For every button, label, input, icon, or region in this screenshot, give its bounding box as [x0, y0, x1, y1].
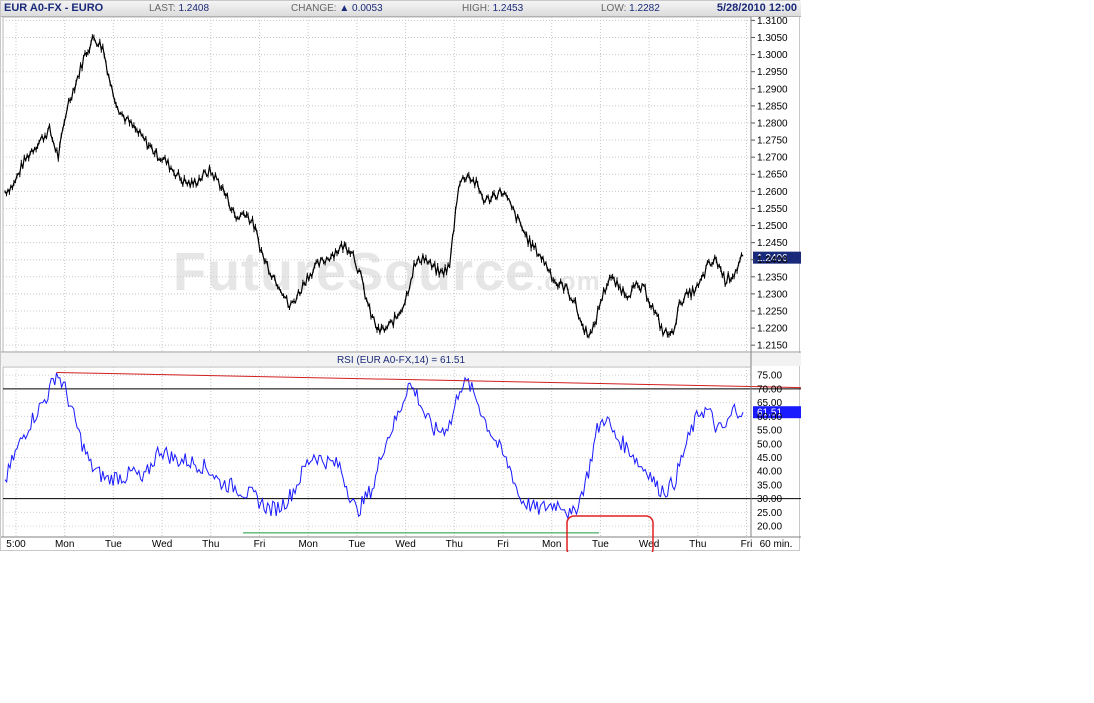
price-tick-label: 1.2500	[757, 221, 788, 232]
change-field: CHANGE: ▲ 0.0053	[291, 3, 383, 14]
price-tick-label: 1.3000	[757, 50, 788, 61]
price-panel-frame	[2, 17, 752, 353]
rsi-tick-label: 55.00	[757, 426, 782, 437]
price-tick-label: 1.2850	[757, 101, 788, 112]
rsi-tick-label: 60.00	[757, 412, 782, 423]
rsi-panel-frame	[2, 366, 752, 538]
price-tick-label: 1.2700	[757, 153, 788, 164]
chart-canvas[interactable]: 1.2406 RSI (EUR A0-FX,14) = 61.5161.51 5…	[1, 17, 801, 552]
x-tick-label: Wed	[639, 539, 659, 550]
rsi-tick-label: 25.00	[757, 508, 782, 519]
low-value: 1.2282	[629, 3, 660, 14]
price-tick-label: 1.2550	[757, 204, 788, 215]
x-tick-label: Tue	[592, 539, 609, 550]
last-label: LAST:	[149, 3, 176, 14]
x-tick-label: 5:00	[6, 539, 26, 550]
rsi-tick-label: 20.00	[757, 522, 782, 533]
price-tick-label: 1.2250	[757, 306, 788, 317]
change-label: CHANGE:	[291, 3, 337, 14]
rsi-tick-label: 65.00	[757, 398, 782, 409]
rsi-tick-label: 30.00	[757, 494, 782, 505]
high-field: HIGH: 1.2453	[462, 3, 523, 14]
x-tick-label: Mon	[542, 539, 561, 550]
x-tick-label: Fri	[741, 539, 753, 550]
x-tick-label: Wed	[152, 539, 172, 550]
price-tick-label: 1.2400	[757, 255, 788, 266]
rsi-tick-label: 50.00	[757, 439, 782, 450]
price-tick-label: 1.2900	[757, 84, 788, 95]
x-tick-label: Thu	[202, 539, 219, 550]
rsi-tick-label: 40.00	[757, 467, 782, 478]
x-tick-label: Mon	[298, 539, 317, 550]
last-price-field: LAST: 1.2408	[149, 3, 209, 14]
x-tick-label: Thu	[689, 539, 706, 550]
x-tick-label: Tue	[348, 539, 365, 550]
price-tick-label: 1.3050	[757, 33, 788, 44]
x-tick-label: Fri	[497, 539, 509, 550]
rsi-tick-label: 35.00	[757, 480, 782, 491]
rsi-title: RSI (EUR A0-FX,14) = 61.51	[337, 355, 466, 366]
low-label: LOW:	[601, 3, 627, 14]
datetime-label: 5/28/2010 12:00	[716, 2, 797, 14]
rsi-tick-label: 45.00	[757, 453, 782, 464]
price-tick-label: 1.2150	[757, 341, 788, 352]
x-tick-label: Tue	[105, 539, 122, 550]
axes: 5:00 Mon Tue Wed Thu Fri Mon Tue Wed Thu Fri Mon Tue…	[1, 17, 801, 552]
rsi-series-line	[4, 372, 744, 521]
change-value: 0.0053	[352, 3, 383, 14]
x-tick-label: Mon	[55, 539, 74, 550]
rsi-tick-label: 75.00	[757, 371, 782, 382]
price-tick-label: 1.2600	[757, 187, 788, 198]
price-panel: 1.2406	[4, 34, 801, 339]
interval-label: 60 min.	[760, 539, 793, 550]
price-tick-label: 1.2750	[757, 136, 788, 147]
x-tick-label: Thu	[446, 539, 463, 550]
low-field: LOW: 1.2282	[601, 3, 660, 14]
price-tick-label: 1.2200	[757, 324, 788, 335]
symbol-label: EUR A0-FX - EURO	[4, 2, 104, 14]
rsi-resistance-trendline	[56, 371, 801, 389]
price-tick-label: 1.2300	[757, 289, 788, 300]
chart-frame: EUR A0-FX - EURO LAST: 1.2408 CHANGE: ▲ …	[0, 0, 801, 552]
price-tick-label: 1.2650	[757, 170, 788, 181]
price-tick-label: 1.3100	[757, 17, 788, 27]
high-label: HIGH:	[462, 3, 490, 14]
price-tick-label: 1.2450	[757, 238, 788, 249]
high-value: 1.2453	[492, 3, 524, 14]
x-tick-label: Wed	[395, 539, 415, 550]
rsi-tick-label: 70.00	[757, 384, 782, 395]
x-tick-label: Fri	[254, 539, 266, 550]
up-triangle-icon: ▲	[339, 3, 350, 14]
quote-header: EUR A0-FX - EURO LAST: 1.2408 CHANGE: ▲ …	[1, 1, 801, 17]
price-tick-label: 1.2350	[757, 272, 788, 283]
last-value: 1.2408	[178, 3, 210, 14]
price-tick-label: 1.2800	[757, 118, 788, 129]
price-tick-label: 1.2950	[757, 67, 788, 78]
